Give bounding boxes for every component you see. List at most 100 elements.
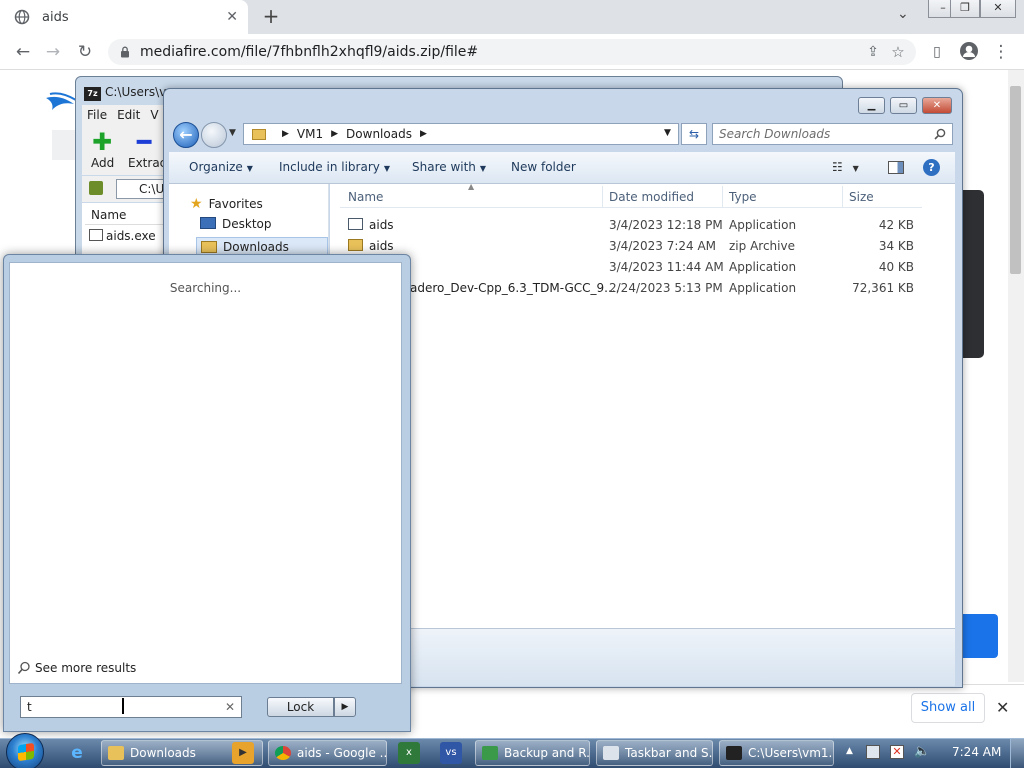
menu-edit[interactable]: Edit: [117, 108, 140, 122]
visual-studio-icon[interactable]: vs: [440, 742, 462, 764]
include-in-library-button[interactable]: Include in library ▼: [279, 160, 390, 174]
column-divider[interactable]: [602, 186, 603, 208]
view-options-icon[interactable]: ☷ ▼: [832, 160, 859, 174]
folder-up-icon[interactable]: [89, 181, 103, 195]
column-date-modified[interactable]: Date modified: [609, 190, 694, 204]
file-row[interactable]: aids 3/4/2023 7:24 AM zip Archive 34 KB: [340, 236, 922, 257]
column-name[interactable]: Name: [348, 190, 383, 204]
show-desktop-button[interactable]: [1010, 739, 1024, 768]
explorer-maximize-icon[interactable]: ▭: [890, 97, 917, 114]
see-more-results-link[interactable]: See more results: [17, 661, 136, 675]
reload-icon[interactable]: ↻: [74, 41, 96, 63]
breadcrumb-vm1[interactable]: VM1: [297, 127, 323, 141]
downloads-folder-icon: [201, 241, 217, 253]
nav-desktop[interactable]: Desktop: [200, 217, 272, 231]
menu-file[interactable]: File: [87, 108, 107, 122]
share-with-button[interactable]: Share with ▼: [412, 160, 486, 174]
new-folder-button[interactable]: New folder: [511, 160, 576, 174]
bookmark-star-icon[interactable]: ☆: [887, 41, 909, 63]
spreadsheet-icon[interactable]: x: [398, 742, 420, 764]
action-center-icon[interactable]: ✕: [890, 745, 904, 759]
backup-icon: [482, 746, 498, 760]
restore-icon[interactable]: ❐: [950, 0, 980, 18]
page-scroll-thumb[interactable]: [1010, 86, 1021, 274]
column-type[interactable]: Type: [729, 190, 757, 204]
application-file-icon: [348, 218, 363, 230]
favorites-star-icon: ★: [190, 196, 203, 212]
lock-icon: [121, 46, 129, 58]
lock-button[interactable]: Lock: [267, 697, 334, 717]
side-panel-icon[interactable]: ▯: [926, 41, 948, 63]
show-all-button[interactable]: Show all: [911, 693, 985, 723]
internet-explorer-icon[interactable]: e: [66, 742, 88, 764]
explorer-close-icon[interactable]: ✕: [922, 97, 952, 114]
back-arrow-icon[interactable]: ←: [12, 41, 34, 63]
add-button[interactable]: Add: [91, 156, 114, 170]
browser-tab[interactable]: aids ✕: [0, 0, 248, 34]
taskbar-item-backup[interactable]: Backup and R...: [475, 740, 590, 766]
file-row[interactable]: aids 3/4/2023 12:18 PM Application 42 KB: [340, 215, 922, 236]
add-plus-icon[interactable]: ✚: [92, 130, 112, 154]
sevenzip-menubar: File Edit V: [82, 105, 168, 125]
file-row[interactable]: adero_Dev-Cpp_6.3_TDM-GCC_9.... 2/24/202…: [340, 278, 922, 299]
sevenzip-file-row[interactable]: aids.exe: [89, 229, 156, 243]
page-download-button[interactable]: [962, 614, 998, 658]
taskbar-item-taskbar-settings[interactable]: Taskbar and S...: [596, 740, 713, 766]
taskbar-item-sevenzip[interactable]: C:\Users\vm1...: [719, 740, 834, 766]
magnifier-icon: [17, 661, 30, 675]
share-icon[interactable]: ⇪: [862, 41, 884, 63]
explorer-minimize-icon[interactable]: ▁: [858, 97, 885, 114]
explorer-forward-icon[interactable]: [201, 122, 227, 148]
help-icon[interactable]: ?: [923, 159, 940, 176]
tray-expand-icon[interactable]: ▲: [846, 746, 853, 756]
text-cursor-icon: [122, 698, 124, 714]
volume-icon[interactable]: 🔈: [914, 745, 930, 759]
sort-caret-icon: ▲: [468, 182, 475, 191]
clear-search-icon[interactable]: ✕: [225, 700, 235, 714]
download-bar-close-icon[interactable]: ✕: [996, 698, 1009, 717]
close-window-icon[interactable]: ✕: [980, 0, 1016, 18]
power-options-arrow-icon[interactable]: ▶: [334, 697, 356, 717]
network-icon[interactable]: [866, 745, 880, 759]
url-text: mediafire.com/file/7fhbnflh2xhqfl9/aids.…: [140, 44, 479, 60]
explorer-address-bar[interactable]: ▶ VM1 ▶ Downloads ▶: [243, 123, 679, 145]
column-divider[interactable]: [722, 186, 723, 208]
start-search-input[interactable]: t ✕: [20, 696, 242, 718]
refresh-icon[interactable]: ⇆: [681, 123, 707, 145]
settings-icon: [603, 746, 619, 760]
start-button[interactable]: [6, 733, 44, 768]
menu-view[interactable]: V: [150, 108, 158, 122]
tab-close-icon[interactable]: ✕: [226, 9, 238, 25]
preview-pane-icon[interactable]: [888, 161, 904, 174]
profile-avatar-icon[interactable]: [958, 41, 980, 63]
folder-icon: [108, 746, 124, 760]
tab-search-icon[interactable]: ⌄: [897, 6, 909, 22]
explorer-search-input[interactable]: Search Downloads: [712, 123, 953, 145]
search-icon: [934, 128, 946, 140]
sevenzip-path-input[interactable]: C:\U: [116, 179, 168, 199]
breadcrumb-downloads[interactable]: Downloads: [346, 127, 412, 141]
globe-icon: [14, 9, 30, 25]
taskbar-item-chrome[interactable]: aids - Google ...: [268, 740, 387, 766]
address-bar[interactable]: mediafire.com/file/7fhbnflh2xhqfl9/aids.…: [108, 39, 916, 65]
extract-minus-icon[interactable]: ━: [137, 130, 151, 154]
column-divider[interactable]: [842, 186, 843, 208]
new-tab-icon[interactable]: +: [260, 5, 282, 27]
clock[interactable]: 7:24 AM: [952, 745, 1001, 759]
organize-button[interactable]: Organize ▼: [189, 160, 253, 174]
desktop-icon: [200, 217, 216, 229]
breadcrumb-arrow-icon: ▶: [282, 129, 289, 139]
media-player-icon[interactable]: ▶: [232, 742, 254, 764]
windows-logo-icon: [18, 742, 34, 762]
address-dropdown-icon[interactable]: ▼: [664, 128, 671, 138]
folder-icon: [252, 128, 266, 140]
history-dropdown-icon[interactable]: ▼: [229, 128, 236, 138]
sevenzip-column-name[interactable]: Name: [85, 205, 168, 225]
explorer-back-icon[interactable]: ←: [173, 122, 199, 148]
file-row[interactable]: 3/4/2023 11:44 AM Application 40 KB: [340, 257, 922, 278]
forward-arrow-icon[interactable]: →: [42, 41, 64, 63]
exe-file-icon: [89, 229, 103, 241]
nav-favorites[interactable]: ★ Favorites: [190, 196, 263, 212]
column-size[interactable]: Size: [849, 190, 874, 204]
menu-kebab-icon[interactable]: ⋮: [990, 41, 1012, 63]
